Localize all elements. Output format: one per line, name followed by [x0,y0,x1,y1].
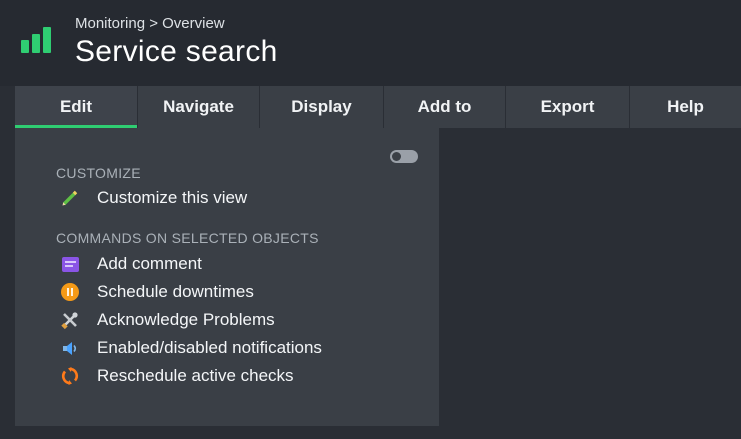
menu-item-schedule-downtimes[interactable]: Schedule downtimes [60,280,254,304]
menu-item-label: Schedule downtimes [97,282,254,301]
pause-icon [60,282,80,302]
menu-item-customize-view[interactable]: Customize this view [60,186,247,210]
section-heading-customize: CUSTOMIZE [56,165,141,181]
logo-bar [43,27,51,53]
menu-tab-edit[interactable]: Edit [15,86,137,128]
breadcrumb[interactable]: Monitoring > Overview [75,15,225,32]
panel-pin-toggle[interactable] [390,150,418,163]
speaker-icon [60,338,80,358]
edit-dropdown-panel: CUSTOMIZE Customize this view COMMANDS O… [15,128,439,426]
menu-item-toggle-notifications[interactable]: Enabled/disabled notifications [60,336,322,360]
menu-tab-help[interactable]: Help [630,86,741,128]
menu-item-reschedule-checks[interactable]: Reschedule active checks [60,364,294,388]
menu-item-label: Customize this view [97,188,248,207]
page-header: Monitoring > Overview Service search [0,0,741,86]
menu-item-acknowledge-problems[interactable]: Acknowledge Problems [60,308,275,332]
menu-item-label: Add comment [97,254,202,273]
menu-tab-display[interactable]: Display [260,86,383,128]
tools-icon [60,310,80,330]
menu-item-label: Reschedule active checks [97,366,294,385]
menu-bar: Edit Navigate Display Add to Export Help [15,86,741,128]
pause-icon-shape [61,283,79,301]
menu-item-add-comment[interactable]: Add comment [60,252,202,276]
comment-icon [60,254,80,274]
pencil-icon [60,188,80,208]
menu-item-label: Acknowledge Problems [97,310,275,329]
app-logo-icon[interactable] [21,27,52,53]
menu-tab-export[interactable]: Export [506,86,629,128]
logo-bar [21,40,29,53]
app-window: Monitoring > Overview Service search Edi… [0,0,741,439]
menu-tab-add-to[interactable]: Add to [384,86,505,128]
comment-icon-shape [61,256,79,272]
toggle-knob [392,152,401,161]
menu-tab-navigate[interactable]: Navigate [138,86,259,128]
section-heading-commands: COMMANDS ON SELECTED OBJECTS [56,230,319,246]
refresh-icon [60,366,80,386]
page-title: Service search [75,35,278,68]
logo-bar [32,34,40,53]
menu-item-label: Enabled/disabled notifications [97,338,322,357]
